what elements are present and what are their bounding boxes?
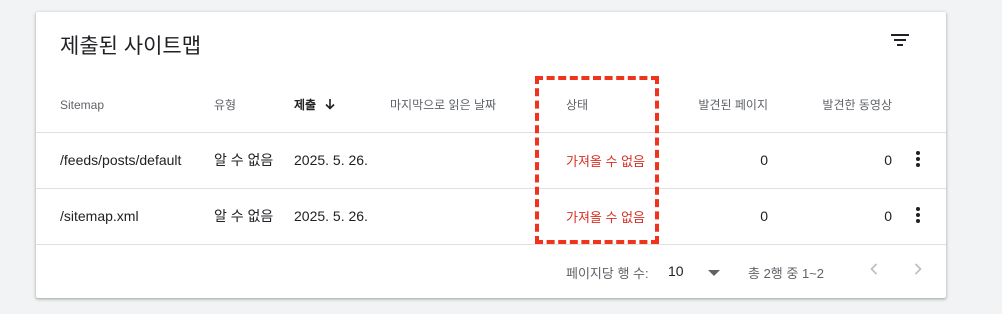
more-vert-icon (916, 150, 920, 170)
table-row[interactable]: /feeds/posts/default 알 수 없음 2025. 5. 26.… (36, 132, 946, 188)
table-header-row: Sitemap 유형 제출 마지막으로 읽은 날짜 상태 발견된 페이지 발견한… (36, 78, 946, 132)
col-header-status[interactable]: 상태 (550, 78, 672, 132)
cell-pages: 0 (760, 208, 768, 224)
dropdown-arrow-icon (708, 263, 720, 279)
sitemaps-card: 제출된 사이트맵 Sitemap 유형 제출 마지막으로 읽은 날짜 상태 발견… (36, 12, 946, 298)
pagination-range: 총 2행 중 1~2 (748, 266, 824, 281)
cell-videos: 0 (884, 152, 892, 168)
rows-per-page-label: 페이지당 행 수: (566, 266, 649, 281)
col-header-type[interactable]: 유형 (214, 78, 294, 132)
col-header-submitted[interactable]: 제출 (294, 78, 390, 132)
table-pagination: 페이지당 행 수: 10 총 2행 중 1~2 (36, 256, 946, 286)
cell-submitted: 2025. 5. 26. (294, 208, 368, 224)
filter-button[interactable] (886, 28, 914, 56)
chevron-right-icon (914, 262, 922, 278)
rows-per-page-value: 10 (668, 263, 684, 279)
cell-last-read (390, 132, 550, 188)
cell-status: 가져올 수 없음 (566, 209, 645, 225)
more-vert-icon (916, 206, 920, 226)
cell-pages: 0 (760, 152, 768, 168)
cell-videos: 0 (884, 208, 892, 224)
card-title: 제출된 사이트맵 (60, 35, 202, 58)
sitemaps-table: Sitemap 유형 제출 마지막으로 읽은 날짜 상태 발견된 페이지 발견한… (36, 78, 946, 245)
cell-submitted: 2025. 5. 26. (294, 152, 368, 168)
chevron-left-icon (870, 262, 878, 278)
col-header-sitemap[interactable]: Sitemap (36, 78, 214, 132)
sort-down-arrow-icon (324, 98, 336, 113)
col-header-submitted-label: 제출 (294, 98, 317, 113)
rows-per-page-select[interactable]: 10 (668, 258, 720, 284)
cell-type: 알 수 없음 (214, 208, 274, 224)
cell-last-read (390, 188, 550, 244)
next-page-button[interactable] (906, 258, 930, 282)
col-header-pages[interactable]: 발견된 페이지 (672, 78, 768, 132)
filter-icon (890, 33, 910, 52)
cell-type: 알 수 없음 (214, 152, 274, 168)
prev-page-button[interactable] (862, 258, 886, 282)
cell-sitemap: /feeds/posts/default (60, 152, 182, 168)
more-options-button[interactable] (906, 148, 930, 172)
col-header-last-read[interactable]: 마지막으로 읽은 날짜 (390, 78, 550, 132)
cell-sitemap: /sitemap.xml (60, 208, 139, 224)
more-options-button[interactable] (906, 204, 930, 228)
cell-status: 가져올 수 없음 (566, 153, 645, 169)
table-row[interactable]: /sitemap.xml 알 수 없음 2025. 5. 26. 가져올 수 없… (36, 188, 946, 244)
col-header-videos[interactable]: 발견한 동영상 (768, 78, 892, 132)
